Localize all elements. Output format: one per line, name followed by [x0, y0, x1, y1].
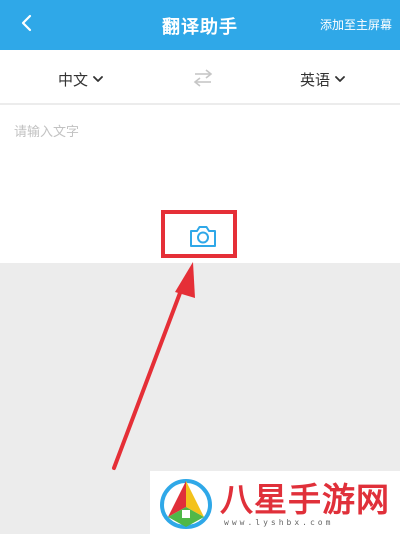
chevron-down-icon	[335, 76, 345, 82]
app-header: 翻译助手 添加至主屏幕	[0, 0, 400, 50]
swap-icon[interactable]	[191, 68, 215, 88]
highlight-box	[161, 210, 237, 258]
source-language-select[interactable]: 中文	[58, 69, 103, 90]
source-language-label: 中文	[58, 71, 89, 89]
target-language-label: 英语	[300, 71, 331, 89]
watermark-url: www.lyshbx.com	[224, 518, 334, 527]
chevron-down-icon	[93, 76, 103, 82]
language-bar: 中文 英语	[0, 50, 400, 104]
brand-logo-icon	[159, 478, 213, 530]
watermark: 八星手游网 www.lyshbx.com	[150, 471, 400, 534]
watermark-brand: 八星手游网	[220, 480, 390, 519]
target-language-select[interactable]: 英语	[300, 69, 345, 90]
add-to-home-button[interactable]: 添加至主屏幕	[320, 16, 392, 33]
input-placeholder: 请输入文字	[14, 125, 80, 140]
